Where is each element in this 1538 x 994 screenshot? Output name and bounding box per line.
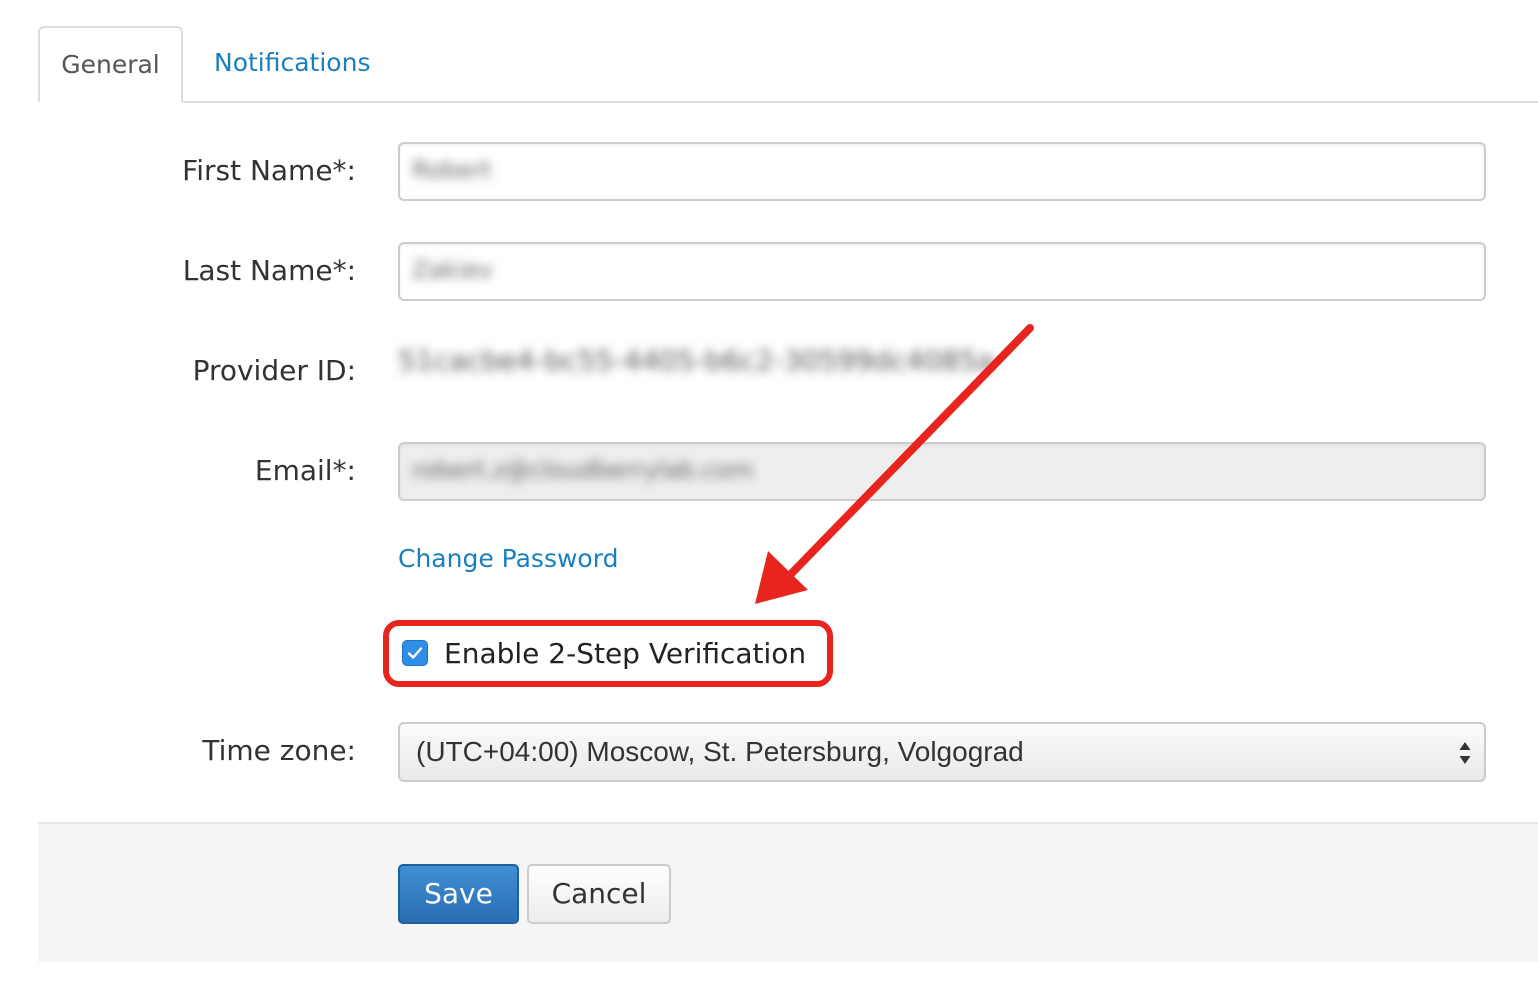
last-name-text: Zakiev [412,256,493,284]
first-name-label: First Name*: [182,154,356,187]
first-name-value: Robert [412,156,492,184]
time-zone-select[interactable]: (UTC+04:00) Moscow, St. Petersburg, Volg… [398,722,1486,782]
last-name-value: Zakiev [412,256,493,284]
provider-id-text: 51cacbe4-bc55-4405-b6c2-30599dc4085a [398,344,995,377]
time-zone-label: Time zone: [202,734,356,767]
updown-arrows-icon [1459,742,1471,764]
first-name-text: Robert [412,156,492,184]
tab-bar: General Notifications [38,26,1538,103]
cancel-button[interactable]: Cancel [527,864,671,924]
first-name-input[interactable] [398,142,1486,201]
two-step-label[interactable]: Enable 2-Step Verification [444,637,806,670]
tab-notifications[interactable]: Notifications [214,26,370,101]
account-settings-page: General Notifications First Name*: Rober… [0,0,1538,994]
provider-id-label: Provider ID: [192,354,356,387]
tab-general[interactable]: General [38,26,183,103]
two-step-verification-row: Enable 2-Step Verification [402,636,806,670]
time-zone-selected-value: (UTC+04:00) Moscow, St. Petersburg, Volg… [416,736,1024,767]
email-label: Email*: [254,454,356,487]
check-icon [407,647,423,659]
form-actions-footer: Save Cancel [38,822,1538,962]
email-value: robert.z@cloudberrylab.com [412,456,754,484]
last-name-input[interactable] [398,242,1486,301]
email-text: robert.z@cloudberrylab.com [412,456,754,484]
last-name-label: Last Name*: [182,254,356,287]
two-step-checkbox[interactable] [402,640,428,666]
provider-id-value: 51cacbe4-bc55-4405-b6c2-30599dc4085a [398,344,994,377]
change-password-link[interactable]: Change Password [398,544,618,573]
save-button[interactable]: Save [398,864,519,924]
